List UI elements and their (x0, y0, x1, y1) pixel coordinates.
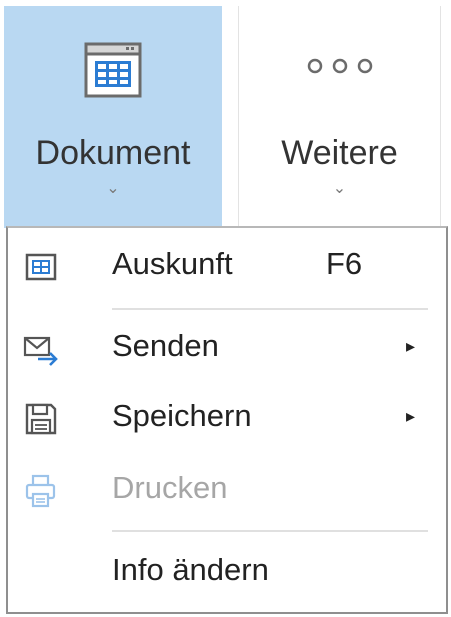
submenu-arrow-icon: ▸ (406, 406, 416, 426)
menu-item-senden[interactable]: Senden ▸ (8, 318, 446, 380)
send-envelope-icon (23, 336, 58, 366)
menu-item-label: Info ändern (112, 552, 269, 587)
submenu-arrow-icon: ▸ (406, 336, 416, 356)
menu-item-label: Senden (112, 328, 219, 363)
ribbon: Dokument ⌄ Weitere ⌄ (0, 0, 451, 228)
dokument-label: Dokument (35, 134, 191, 172)
menu-item-label: Drucken (112, 470, 228, 505)
dokument-button[interactable]: Dokument ⌄ (4, 6, 222, 228)
menu-item-info-aendern[interactable]: Info ändern (8, 542, 446, 604)
menu-item-auskunft[interactable]: Auskunft F6 (8, 236, 446, 298)
info-table-icon (25, 253, 57, 281)
form-window-icon (84, 42, 142, 98)
weitere-button[interactable]: Weitere ⌄ (238, 6, 441, 228)
print-icon (25, 474, 56, 508)
menu-item-label: Speichern (112, 398, 252, 433)
menu-item-label: Auskunft (112, 246, 233, 281)
menu-separator (112, 308, 428, 310)
chevron-down-icon: ⌄ (106, 180, 120, 197)
dokument-dropdown-menu: Auskunft F6 Senden ▸ Speichern ▸ Drucken… (6, 226, 448, 614)
menu-item-drucken[interactable]: Drucken (8, 460, 446, 522)
chevron-down-icon: ⌄ (332, 180, 347, 197)
menu-item-speichern[interactable]: Speichern ▸ (8, 388, 446, 450)
save-disk-icon (25, 403, 57, 435)
weitere-label: Weitere (281, 134, 398, 172)
more-dots-icon (307, 58, 373, 74)
shortcut-label: F6 (326, 246, 363, 281)
menu-separator (112, 530, 428, 532)
